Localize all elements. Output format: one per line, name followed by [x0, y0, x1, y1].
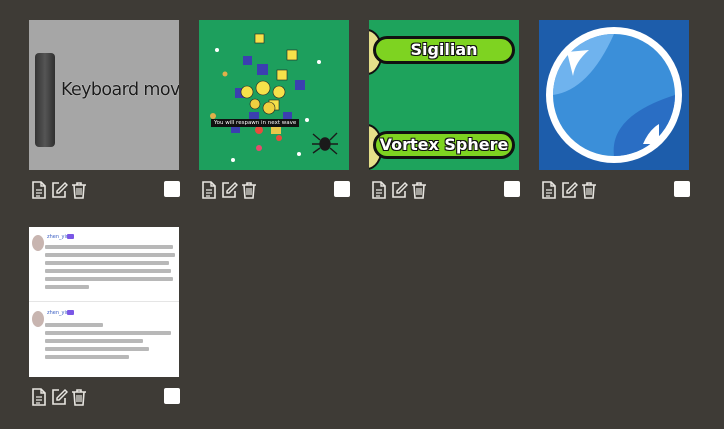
- media-tile: zhen_yin zhen_yin: [29, 227, 180, 406]
- key-graphic: [35, 53, 55, 147]
- game-scene: [210, 33, 338, 162]
- document-icon[interactable]: [200, 180, 218, 200]
- document-icon[interactable]: [540, 180, 558, 200]
- tile-actions: [369, 180, 520, 200]
- text-line: [45, 339, 143, 343]
- petal-name-label: Vortex Sphere: [373, 131, 515, 159]
- tile-actions: [29, 387, 180, 407]
- document-icon[interactable]: [30, 180, 48, 200]
- text-line: [45, 285, 89, 289]
- thumbnail-caption: Keyboard movement: [61, 80, 179, 100]
- select-checkbox[interactable]: [334, 181, 350, 197]
- edit-icon[interactable]: [560, 180, 578, 200]
- select-checkbox[interactable]: [674, 181, 690, 197]
- avatar: [32, 235, 44, 251]
- text-line: [45, 261, 169, 265]
- media-grid: Keyboard movement: [29, 20, 709, 420]
- user-name: zhen_yin: [47, 234, 70, 240]
- avatar: [32, 311, 44, 327]
- select-checkbox[interactable]: [164, 181, 180, 197]
- user-name: zhen_yin: [47, 310, 70, 316]
- edit-icon[interactable]: [390, 180, 408, 200]
- document-icon[interactable]: [30, 387, 48, 407]
- text-line: [45, 355, 129, 359]
- thumbnail-keyboard-movement[interactable]: Keyboard movement: [29, 20, 179, 170]
- text-line: [45, 245, 173, 249]
- media-tile: You will respawn in next wave: [199, 20, 350, 199]
- user-tag: [67, 234, 74, 239]
- trash-icon[interactable]: [240, 180, 258, 200]
- edit-icon[interactable]: [220, 180, 238, 200]
- thumbnail-blue-orb[interactable]: [539, 20, 689, 170]
- tile-actions: [29, 180, 180, 200]
- text-line: [45, 269, 171, 273]
- tile-actions: [539, 180, 690, 200]
- thumbnail-chat-screenshot[interactable]: zhen_yin zhen_yin: [29, 227, 179, 377]
- post-divider: [29, 301, 179, 302]
- thumbnail-petal-names[interactable]: Sigilian Vortex Sphere: [369, 20, 519, 170]
- document-icon[interactable]: [370, 180, 388, 200]
- user-tag: [67, 310, 74, 315]
- text-line: [45, 347, 149, 351]
- edit-icon[interactable]: [50, 387, 68, 407]
- trash-icon[interactable]: [410, 180, 428, 200]
- media-tile: Keyboard movement: [29, 20, 180, 199]
- media-tile: Sigilian Vortex Sphere: [369, 20, 520, 199]
- petal-name-label: Sigilian: [373, 36, 515, 64]
- tile-actions: [199, 180, 350, 200]
- respawn-message: You will respawn in next wave: [211, 119, 300, 127]
- text-line: [45, 331, 171, 335]
- trash-icon[interactable]: [70, 387, 88, 407]
- text-line: [45, 253, 175, 257]
- select-checkbox[interactable]: [504, 181, 520, 197]
- thumbnail-game-swarm[interactable]: You will respawn in next wave: [199, 20, 349, 170]
- trash-icon[interactable]: [70, 180, 88, 200]
- blue-orb-graphic: [546, 27, 682, 163]
- text-line: [45, 323, 103, 327]
- media-tile: [539, 20, 690, 199]
- text-line: [45, 277, 173, 281]
- edit-icon[interactable]: [50, 180, 68, 200]
- select-checkbox[interactable]: [164, 388, 180, 404]
- trash-icon[interactable]: [580, 180, 598, 200]
